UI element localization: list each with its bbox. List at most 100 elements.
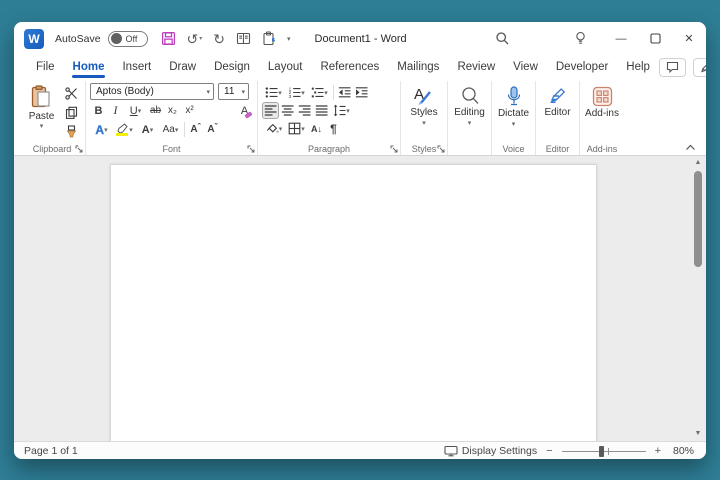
zoom-level[interactable]: 80% xyxy=(670,445,694,457)
align-right-button[interactable] xyxy=(296,102,313,119)
editor-pen-icon xyxy=(550,88,566,104)
collapse-ribbon-chevron-icon[interactable] xyxy=(685,144,696,151)
document-page[interactable] xyxy=(110,164,597,441)
font-name-combobox[interactable]: Aptos (Body) ▾ xyxy=(90,83,214,100)
increase-indent-button[interactable] xyxy=(353,84,370,101)
paste-button[interactable]: Paste ▾ xyxy=(23,83,60,141)
strikethrough-button[interactable]: ab xyxy=(147,102,164,119)
bold-button[interactable]: B xyxy=(90,102,107,119)
read-mode-icon[interactable] xyxy=(236,32,251,45)
zoom-out-button[interactable]: − xyxy=(546,445,552,457)
paragraph-dialog-launcher-icon[interactable] xyxy=(390,145,398,153)
lightbulb-icon[interactable] xyxy=(564,22,596,55)
format-painter-icon[interactable] xyxy=(63,123,80,140)
sort-button[interactable]: A↓ xyxy=(308,120,325,137)
tab-mailings[interactable]: Mailings xyxy=(388,55,448,79)
addins-button[interactable]: Add-ins xyxy=(584,83,620,141)
statusbar-right: Display Settings − + 80% xyxy=(444,445,694,457)
scrollbar-thumb[interactable] xyxy=(694,171,702,267)
grow-font-button[interactable]: Aˆ xyxy=(187,121,204,138)
zoom-notch xyxy=(607,447,609,455)
tab-references[interactable]: References xyxy=(311,55,388,79)
tab-insert[interactable]: Insert xyxy=(113,55,160,79)
comments-button[interactable] xyxy=(658,57,686,77)
group-voice: Dictate ▾ Voice xyxy=(492,81,536,155)
clipboard-dialog-launcher-icon[interactable] xyxy=(75,145,83,153)
maximize-button[interactable] xyxy=(638,22,672,55)
change-case-button[interactable]: Aa ▾ xyxy=(159,121,182,138)
ribbon-tab-row: File Home Insert Draw Design Layout Refe… xyxy=(14,55,706,79)
tab-review[interactable]: Review xyxy=(448,55,504,79)
paragraph-row-3: ▾ ▾ A↓ ¶ xyxy=(262,120,396,137)
tab-developer[interactable]: Developer xyxy=(547,55,617,79)
align-left-button[interactable] xyxy=(262,102,279,119)
autosave-toggle[interactable]: Off xyxy=(107,30,148,47)
tab-file[interactable]: File xyxy=(27,55,64,79)
align-center-button[interactable] xyxy=(279,102,296,119)
shading-button[interactable]: ▾ xyxy=(262,120,285,137)
numbering-button[interactable]: 123 ▾ xyxy=(285,84,308,101)
paste-chevron-icon[interactable]: ▾ xyxy=(40,122,44,130)
titlebar-right: — ✕ xyxy=(486,22,706,55)
save-icon[interactable] xyxy=(161,31,176,46)
tab-layout[interactable]: Layout xyxy=(259,55,312,79)
editor-button[interactable]: Editor xyxy=(540,83,575,141)
font-name-chevron-icon: ▾ xyxy=(206,88,210,96)
bullets-button[interactable]: ▾ xyxy=(262,84,285,101)
styles-button[interactable]: A Styles ▾ xyxy=(405,83,443,141)
undo-icon[interactable]: ↺ ▾ xyxy=(187,32,203,46)
font-dialog-launcher-icon[interactable] xyxy=(247,145,255,153)
tab-help[interactable]: Help xyxy=(617,55,659,79)
decrease-indent-button[interactable] xyxy=(336,84,353,101)
tab-design[interactable]: Design xyxy=(205,55,259,79)
page-status[interactable]: Page 1 of 1 xyxy=(24,445,78,457)
borders-button[interactable]: ▾ xyxy=(285,120,308,137)
monitor-icon xyxy=(444,445,458,456)
addins-group-label: Add-ins xyxy=(586,144,618,154)
zoom-in-button[interactable]: + xyxy=(655,445,661,457)
font-size-combobox[interactable]: 11 ▾ xyxy=(218,83,249,100)
styles-dialog-launcher-icon[interactable] xyxy=(437,145,445,153)
dictate-button[interactable]: Dictate ▾ xyxy=(496,83,531,141)
tabrow-right-buttons: ▾ ▾ xyxy=(658,57,706,77)
word-logo-icon[interactable]: W xyxy=(24,28,44,49)
text-effects-button[interactable]: A ▾ xyxy=(90,121,113,138)
redo-icon[interactable]: ↻ xyxy=(213,32,225,46)
editing-button[interactable]: Editing ▾ xyxy=(452,83,487,141)
qat-overflow-chevron-icon[interactable]: ▾ xyxy=(287,35,291,43)
superscript-button[interactable]: x² xyxy=(181,102,198,119)
scroll-down-icon[interactable]: ▼ xyxy=(695,429,702,439)
zoom-slider[interactable] xyxy=(561,445,646,457)
undo-chevron-icon[interactable]: ▾ xyxy=(199,35,202,42)
minimize-button[interactable]: — xyxy=(604,22,638,55)
tab-view[interactable]: View xyxy=(504,55,547,79)
vertical-scrollbar[interactable]: ▲ ▼ xyxy=(691,158,705,439)
highlight-color-button[interactable]: ▾ xyxy=(113,121,136,138)
display-settings-button[interactable]: Display Settings xyxy=(444,445,537,457)
scroll-up-icon[interactable]: ▲ xyxy=(695,158,702,168)
tab-home[interactable]: Home xyxy=(64,55,114,79)
paste-special-icon[interactable] xyxy=(262,31,276,46)
paragraph-group-label: Paragraph xyxy=(307,144,351,154)
clear-formatting-button[interactable]: A xyxy=(236,102,253,119)
group-font: Aptos (Body) ▾ 11 ▾ B I U ▾ ab x₂ x² A A ▾ xyxy=(86,81,258,155)
justify-button[interactable] xyxy=(313,102,330,119)
editing-mode-button[interactable]: ▾ xyxy=(692,57,706,77)
search-icon[interactable] xyxy=(486,22,518,55)
group-styles: A Styles ▾ Styles xyxy=(401,81,448,155)
shrink-font-button[interactable]: Aˇ xyxy=(204,121,221,138)
addins-grid-icon xyxy=(592,86,612,107)
line-spacing-button[interactable]: ▾ xyxy=(330,102,353,119)
tab-draw[interactable]: Draw xyxy=(160,55,205,79)
copy-icon[interactable] xyxy=(63,104,80,121)
cut-icon[interactable] xyxy=(63,85,80,102)
italic-button[interactable]: I xyxy=(107,102,124,119)
zoom-slider-thumb[interactable] xyxy=(599,445,605,457)
font-color-button[interactable]: A ▾ xyxy=(136,121,159,138)
show-hide-marks-button[interactable]: ¶ xyxy=(325,120,342,137)
title-bar: W AutoSave Off ↺▾ ↻ ▾ Document1 - Word xyxy=(14,22,706,55)
close-button[interactable]: ✕ xyxy=(672,22,706,55)
subscript-button[interactable]: x₂ xyxy=(164,102,181,119)
multilevel-list-button[interactable]: ▾ xyxy=(308,84,331,101)
underline-button[interactable]: U ▾ xyxy=(124,102,147,119)
